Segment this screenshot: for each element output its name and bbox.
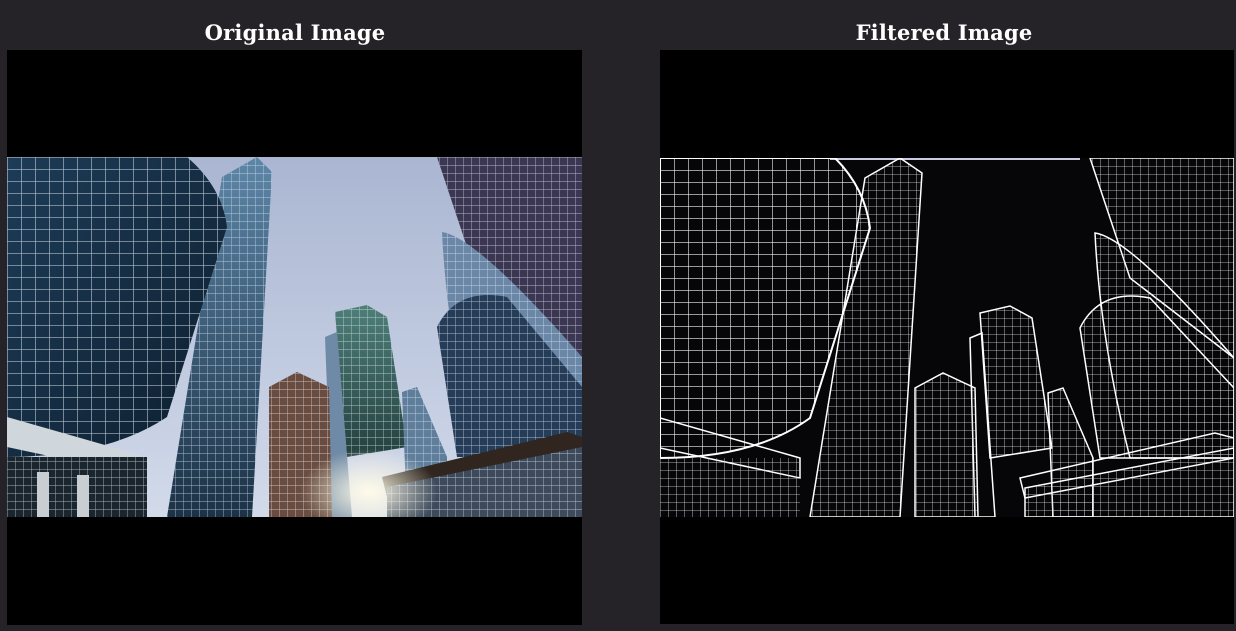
original-image-title: Original Image	[204, 20, 386, 45]
original-image	[7, 157, 582, 517]
skyscrapers-photo-icon	[7, 157, 582, 517]
filtered-image-title: Filtered Image	[855, 20, 1033, 45]
filtered-image-frame	[660, 50, 1234, 624]
edge-detected-photo-icon	[660, 158, 1234, 517]
filtered-image	[660, 158, 1234, 517]
original-image-frame	[7, 50, 582, 625]
